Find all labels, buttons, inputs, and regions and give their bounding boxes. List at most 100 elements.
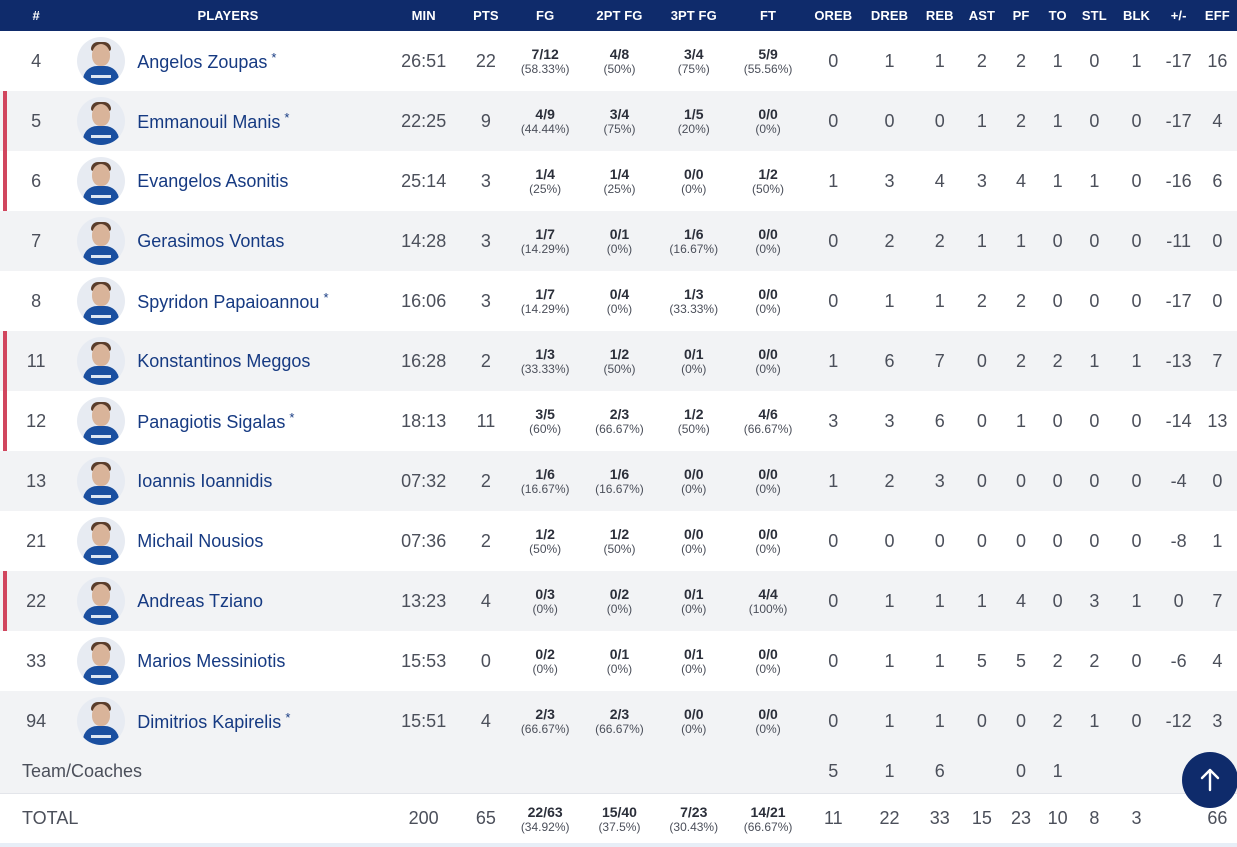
stat-reb: 1	[934, 590, 945, 611]
three-point-fg-percentage: (0%)	[681, 722, 707, 736]
player-name-link[interactable]: Marios Messiniotis	[137, 651, 285, 672]
player-name-link[interactable]: Evangelos Asonitis	[137, 171, 288, 192]
free-throws-made-attempted: 0/0	[758, 346, 778, 362]
two-point-fg-made-attempted: 2/3	[609, 706, 630, 722]
stat-to: 2	[1052, 350, 1063, 371]
stat-pf: 5	[1016, 650, 1027, 671]
stat-oreb: 0	[828, 290, 839, 311]
player-avatar-icon[interactable]	[77, 457, 126, 505]
player-name[interactable]: Ioannis Ioannidis	[137, 471, 272, 491]
player-name[interactable]: Emmanouil Manis	[137, 112, 280, 132]
free-throws-made-attempted: 0/0	[758, 526, 778, 542]
free-throws: 0/0 (0%)	[731, 451, 805, 511]
player-avatar-icon[interactable]	[77, 277, 126, 325]
column-header-min[interactable]: MIN	[384, 0, 464, 31]
column-header-pts[interactable]: PTS	[464, 0, 508, 31]
team-stat-to: 1	[1052, 761, 1063, 782]
scroll-to-top-button[interactable]	[1182, 752, 1237, 808]
player-name[interactable]: Angelos Zoupas	[137, 52, 267, 72]
player-name[interactable]: Dimitrios Kapirelis	[137, 712, 281, 732]
player-name-link[interactable]: Spyridon Papaioannou *	[137, 290, 328, 313]
stat-pm: -17	[1165, 110, 1192, 131]
column-header-blk[interactable]: BLK	[1113, 0, 1159, 31]
empty-cell	[731, 751, 805, 793]
player-name[interactable]: Spyridon Papaioannou	[137, 292, 319, 312]
three-point-fg-made-attempted: 0/1	[684, 346, 704, 362]
minutes: 25:14	[401, 170, 447, 191]
column-header-three[interactable]: 3PT FG	[657, 0, 731, 31]
stat-stl: 0	[1089, 230, 1100, 251]
free-throws-percentage: (50%)	[752, 182, 785, 196]
player-avatar-icon[interactable]	[77, 157, 126, 205]
player-name-link[interactable]: Dimitrios Kapirelis *	[137, 710, 290, 733]
stat-oreb: 0	[828, 710, 839, 731]
column-header-ast[interactable]: AST	[962, 0, 1002, 31]
player-avatar-icon[interactable]	[77, 97, 126, 145]
free-throws-made-attempted: 0/0	[758, 466, 778, 482]
player-avatar-icon[interactable]	[77, 577, 126, 625]
player-name[interactable]: Evangelos Asonitis	[137, 171, 288, 191]
column-header-players[interactable]: PLAYERS	[72, 0, 383, 31]
player-name-link[interactable]: Michail Nousios	[137, 531, 263, 552]
points: 4	[480, 590, 491, 611]
player-name-link[interactable]: Emmanouil Manis *	[137, 110, 289, 133]
stat-oreb: 0	[828, 590, 839, 611]
player-name[interactable]: Marios Messiniotis	[137, 651, 285, 671]
total-stat-oreb: 11	[823, 808, 843, 829]
row-accent-bar	[3, 391, 7, 451]
three-point-fg-percentage: (16.67%)	[669, 242, 719, 256]
column-header-fg[interactable]: FG	[508, 0, 582, 31]
player-number: 13	[0, 451, 72, 511]
column-header-two[interactable]: 2PT FG	[582, 0, 656, 31]
player-name[interactable]: Michail Nousios	[137, 531, 263, 551]
column-header-reb[interactable]: REB	[918, 0, 962, 31]
three-point-fg: 1/3 (33.33%)	[657, 271, 731, 331]
player-avatar-icon[interactable]	[77, 637, 126, 685]
column-header-num[interactable]: #	[0, 0, 72, 31]
stat-oreb: 0	[828, 110, 839, 131]
starter-marker: *	[284, 109, 290, 125]
stat-pm: -14	[1165, 410, 1192, 431]
player-avatar-icon[interactable]	[77, 217, 126, 265]
two-point-fg: 3/4 (75%)	[582, 91, 656, 151]
stat-stl: 1	[1089, 710, 1100, 731]
stat-stl: 0	[1089, 410, 1100, 431]
player-inner: Gerasimos Vontas	[72, 217, 383, 265]
player-avatar-icon[interactable]	[77, 517, 126, 565]
total-stat-reb: 33	[929, 808, 950, 829]
stat-reb: 0	[934, 530, 945, 551]
player-avatar-icon[interactable]	[77, 397, 126, 445]
column-header-oreb[interactable]: OREB	[805, 0, 861, 31]
player-name[interactable]: Andreas Tziano	[137, 591, 263, 611]
stat-pm: -6	[1170, 650, 1187, 671]
column-header-pm[interactable]: +/-	[1160, 0, 1198, 31]
player-name-link[interactable]: Konstantinos Meggos	[137, 351, 310, 372]
column-header-eff[interactable]: EFF	[1198, 0, 1237, 31]
column-header-ft[interactable]: FT	[731, 0, 805, 31]
three-point-fg-made-attempted: 1/2	[684, 406, 704, 422]
player-name-link[interactable]: Gerasimos Vontas	[137, 231, 284, 252]
stat-to: 0	[1052, 590, 1063, 611]
player-avatar-icon[interactable]	[77, 37, 126, 85]
stat-reb: 7	[934, 350, 945, 371]
player-name-link[interactable]: Ioannis Ioannidis	[137, 471, 272, 492]
player-name-link[interactable]: Andreas Tziano	[137, 591, 263, 612]
stat-pm: -4	[1170, 470, 1187, 491]
player-name-link[interactable]: Angelos Zoupas *	[137, 50, 276, 73]
column-header-to[interactable]: TO	[1040, 0, 1075, 31]
player-name[interactable]: Konstantinos Meggos	[137, 351, 310, 371]
player-name[interactable]: Gerasimos Vontas	[137, 231, 284, 251]
stat-blk: 1	[1131, 50, 1142, 71]
stat-stl: 0	[1089, 290, 1100, 311]
player-name[interactable]: Panagiotis Sigalas	[137, 412, 285, 432]
player-avatar-icon[interactable]	[77, 337, 126, 385]
player-avatar-icon[interactable]	[77, 697, 126, 745]
column-header-stl[interactable]: STL	[1075, 0, 1113, 31]
column-header-dreb[interactable]: DREB	[861, 0, 917, 31]
table-row: 94 Dimitrios Kapirelis * 15:51 4 2/3 (66.67%) 2…	[0, 691, 1237, 751]
column-header-pf[interactable]: PF	[1002, 0, 1040, 31]
player-cell: Marios Messiniotis	[72, 631, 383, 691]
stat-to: 1	[1052, 170, 1063, 191]
player-name-link[interactable]: Panagiotis Sigalas *	[137, 410, 294, 433]
stat-blk: 0	[1131, 290, 1142, 311]
